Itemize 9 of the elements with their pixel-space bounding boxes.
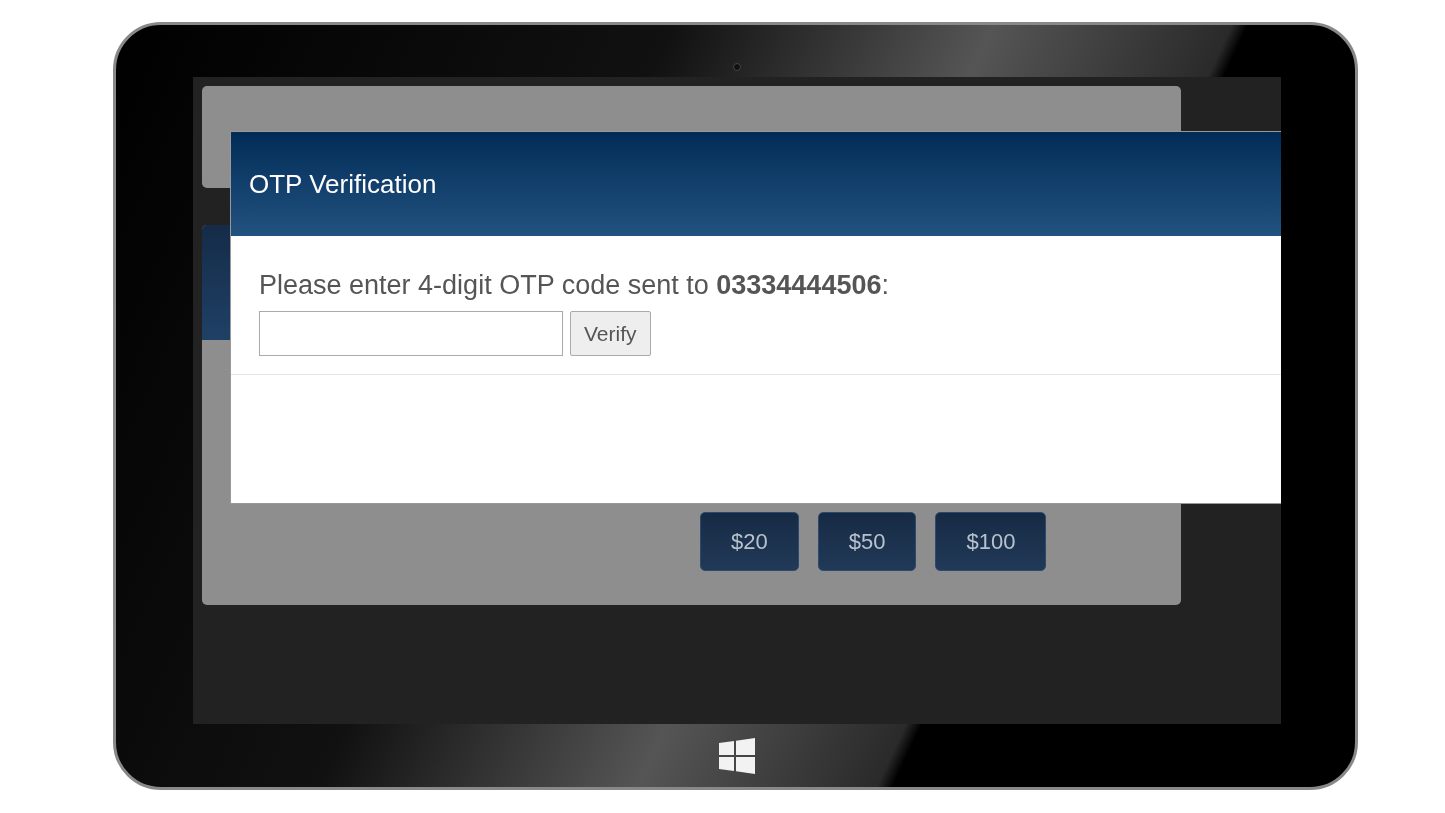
camera-lens-icon xyxy=(733,63,741,71)
otp-instruction-text: Please enter 4-digit OTP code sent to 03334444506: xyxy=(259,270,890,301)
amount-button[interactable]: $100 xyxy=(935,512,1047,571)
dialog-title: OTP Verification xyxy=(249,168,437,200)
otp-input-field[interactable] xyxy=(259,311,563,356)
amount-button[interactable]: $50 xyxy=(817,512,917,571)
amount-button[interactable]: $20 xyxy=(700,512,799,571)
verify-button[interactable]: Verify xyxy=(570,311,651,356)
four-pane-window-icon[interactable] xyxy=(719,737,755,774)
